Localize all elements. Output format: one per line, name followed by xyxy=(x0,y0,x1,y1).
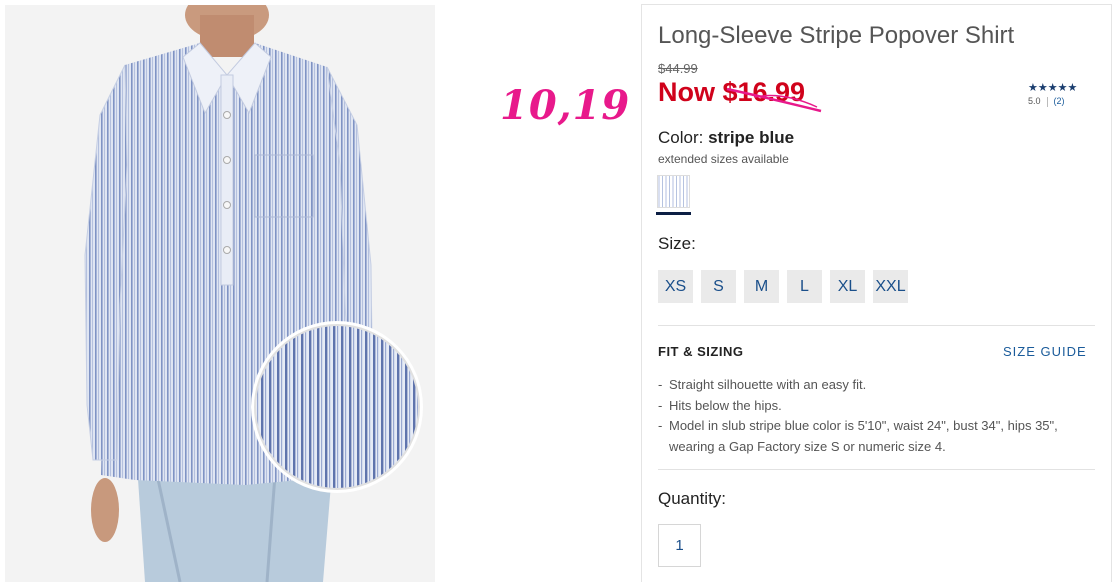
color-value: stripe blue xyxy=(708,128,795,147)
price-strike-scribble-icon xyxy=(726,87,822,113)
extended-sizes-note: extended sizes available xyxy=(658,152,789,166)
size-option-s[interactable]: S xyxy=(701,270,736,303)
product-details-panel: Long-Sleeve Stripe Popover Shirt $44.99 … xyxy=(641,4,1112,582)
size-option-xxl[interactable]: XXL xyxy=(873,270,908,303)
section-divider xyxy=(658,469,1095,470)
size-option-m[interactable]: M xyxy=(744,270,779,303)
original-price: $44.99 xyxy=(658,61,698,76)
list-item: - Hits below the hips. xyxy=(658,397,782,413)
rating-summary[interactable]: ★★★★★ 5.0 (2) xyxy=(1028,81,1088,107)
size-guide-link[interactable]: SIZE GUIDE xyxy=(1003,344,1087,359)
star-rating-icon: ★★★★★ xyxy=(1028,82,1078,94)
section-divider xyxy=(658,325,1095,326)
quantity-label: Quantity: xyxy=(658,489,727,508)
rating-score: 5.0 xyxy=(1028,96,1041,106)
size-option-xl[interactable]: XL xyxy=(830,270,865,303)
review-count-link[interactable]: (2) xyxy=(1054,96,1065,106)
fit-sizing-heading: FIT & SIZING xyxy=(658,344,744,359)
list-item: - Straight silhouette with an easy fit. xyxy=(658,377,867,392)
handwritten-price: 10,19 xyxy=(500,82,631,129)
size-options: XS S M L XL XXL xyxy=(658,270,908,303)
selected-swatch-indicator xyxy=(656,212,691,215)
size-option-xs[interactable]: XS xyxy=(658,270,693,303)
color-swatch-stripe-blue[interactable] xyxy=(657,175,690,208)
fit-details-list: - Straight silhouette with an easy fit. -… xyxy=(658,375,1098,457)
size-label: Size: xyxy=(658,234,696,253)
color-label: Color: xyxy=(658,128,704,147)
product-photo-illustration xyxy=(84,5,423,582)
size-option-l[interactable]: L xyxy=(787,270,822,303)
list-item: - Model in slub stripe blue color is 5'10… xyxy=(658,418,1058,454)
color-selection: Color: stripe blue xyxy=(658,128,794,148)
quantity-input[interactable]: 1 xyxy=(658,524,701,567)
rating-separator xyxy=(1046,96,1048,107)
product-title: Long-Sleeve Stripe Popover Shirt xyxy=(658,22,1015,49)
product-image[interactable] xyxy=(5,5,435,582)
